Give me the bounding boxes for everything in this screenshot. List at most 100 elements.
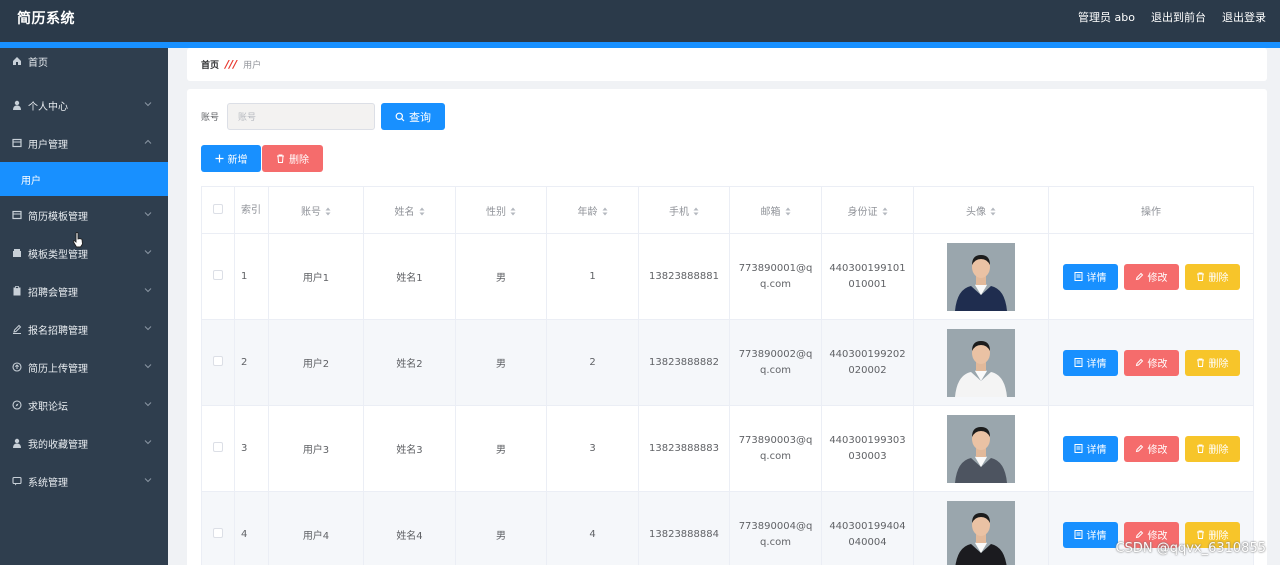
phone-header[interactable]: 手机 xyxy=(638,186,730,234)
row-account: 用户2 xyxy=(268,319,364,406)
account-header-label: 账号 xyxy=(301,206,321,218)
sidebar-subitem-label: 用户 xyxy=(21,175,41,187)
document-icon xyxy=(1074,272,1082,281)
edit-button[interactable]: 修改 xyxy=(1123,349,1179,376)
row-id-card-text: 440300199202020002 xyxy=(829,348,906,376)
delete-button[interactable]: 删除 xyxy=(1184,349,1240,376)
row-select-cell[interactable] xyxy=(201,405,235,492)
row-phone: 13823888884 xyxy=(638,491,730,565)
sort-icon[interactable] xyxy=(602,207,608,216)
sidebar-item-template-type[interactable]: 模板类型管理 xyxy=(0,234,168,272)
detail-button[interactable]: 详情 xyxy=(1062,263,1118,290)
row-checkbox[interactable] xyxy=(213,270,223,280)
row-id-card: 440300199404040004 xyxy=(821,491,914,565)
row-email-text: 773890001@qq.com xyxy=(738,262,813,290)
name-header[interactable]: 姓名 xyxy=(363,186,456,234)
edit-icon xyxy=(1135,272,1143,281)
sidebar-item-forum[interactable]: 求职论坛 xyxy=(0,386,168,424)
detail-label: 详情 xyxy=(1086,445,1107,456)
age-header[interactable]: 年龄 xyxy=(546,186,639,234)
sidebar-item-system[interactable]: 系统管理 xyxy=(0,462,168,500)
detail-button[interactable]: 详情 xyxy=(1062,521,1118,548)
add-button[interactable]: 新增 xyxy=(201,145,261,172)
row-select-cell[interactable] xyxy=(201,233,235,320)
row-email: 773890001@qq.com xyxy=(729,233,822,320)
trash-icon xyxy=(1196,358,1204,367)
account-search-input[interactable] xyxy=(227,103,376,130)
query-button[interactable]: 查询 xyxy=(381,103,446,130)
edit-button[interactable]: 修改 xyxy=(1123,263,1179,290)
sidebar-item-user-management[interactable]: 用户管理 xyxy=(0,124,168,162)
chevron-down-icon xyxy=(144,102,152,107)
delete-button[interactable]: 删除 xyxy=(1184,435,1240,462)
avatar-header[interactable]: 头像 xyxy=(913,186,1049,234)
edit-icon xyxy=(1135,444,1143,453)
message-icon xyxy=(11,476,22,487)
sidebar-item-registration[interactable]: 报名招聘管理 xyxy=(0,310,168,348)
row-actions: 详情 修改 删除 xyxy=(1048,405,1254,492)
row-id-card-text: 440300199101010001 xyxy=(829,262,906,290)
sidebar-item-resume-template[interactable]: 简历模板管理 xyxy=(0,196,168,234)
avatar[interactable] xyxy=(947,500,1015,565)
sidebar-item-resume-upload[interactable]: 简历上传管理 xyxy=(0,348,168,386)
sidebar-item-job-fair[interactable]: 招聘会管理 xyxy=(0,272,168,310)
sort-icon[interactable] xyxy=(882,207,888,216)
select-all-cell[interactable] xyxy=(201,186,235,234)
gender-header[interactable]: 性别 xyxy=(455,186,547,234)
row-age: 3 xyxy=(546,405,639,492)
select-all-checkbox[interactable] xyxy=(213,203,223,214)
logout-link[interactable]: 退出登录 xyxy=(1222,9,1266,25)
row-name: 姓名1 xyxy=(363,233,456,320)
user-table: 索引 账号 姓名 性别 年龄 手机 邮箱 身份证 头像 操作 1 用户1 姓名1… xyxy=(201,186,1254,565)
sort-icon[interactable] xyxy=(510,207,516,216)
sidebar-item-label: 报名招聘管理 xyxy=(28,325,88,337)
edit-label: 修改 xyxy=(1147,531,1168,542)
row-select-cell[interactable] xyxy=(201,491,235,565)
account-header[interactable]: 账号 xyxy=(268,186,364,234)
detail-button[interactable]: 详情 xyxy=(1062,349,1118,376)
sort-icon[interactable] xyxy=(419,207,425,216)
sort-icon[interactable] xyxy=(693,207,699,216)
row-select-cell[interactable] xyxy=(201,319,235,406)
row-gender: 男 xyxy=(455,405,547,492)
breadcrumb-separator-icon: /// xyxy=(225,58,238,71)
chevron-down-icon xyxy=(144,212,152,217)
edit-button[interactable]: 修改 xyxy=(1123,435,1179,462)
sort-icon[interactable] xyxy=(325,207,331,216)
email-header[interactable]: 邮箱 xyxy=(729,186,822,234)
sidebar-subitem-users[interactable]: 用户 xyxy=(0,162,168,196)
avatar[interactable] xyxy=(947,328,1015,397)
detail-label: 详情 xyxy=(1086,359,1107,370)
row-account: 用户4 xyxy=(268,491,364,565)
chevron-down-icon xyxy=(144,326,152,331)
row-id-card-text: 440300199404040004 xyxy=(829,520,906,548)
home-icon xyxy=(11,56,22,67)
clipboard-icon xyxy=(11,286,22,297)
row-index: 1 xyxy=(234,233,269,320)
row-checkbox[interactable] xyxy=(213,356,223,366)
exit-to-front-link[interactable]: 退出到前台 xyxy=(1151,9,1206,25)
breadcrumb-home[interactable]: 首页 xyxy=(201,58,219,71)
sidebar-item-favorites[interactable]: 我的收藏管理 xyxy=(0,424,168,462)
table-row: 2 用户2 姓名2 男 2 13823888882 773890002@qq.c… xyxy=(201,319,1254,406)
detail-button[interactable]: 详情 xyxy=(1062,435,1118,462)
chevron-down-icon xyxy=(144,364,152,369)
avatar[interactable] xyxy=(947,242,1015,311)
row-age: 1 xyxy=(546,233,639,320)
delete-label: 删除 xyxy=(1208,273,1229,284)
avatar[interactable] xyxy=(947,414,1015,483)
row-checkbox[interactable] xyxy=(213,528,223,538)
trash-icon xyxy=(1196,444,1204,453)
sidebar-item-label: 首页 xyxy=(28,57,48,69)
batch-delete-button[interactable]: 删除 xyxy=(262,145,323,172)
row-id-card: 440300199101010001 xyxy=(821,233,914,320)
sort-icon[interactable] xyxy=(785,207,791,216)
row-checkbox[interactable] xyxy=(213,442,223,452)
row-phone: 13823888881 xyxy=(638,233,730,320)
sidebar-item-home[interactable]: 首页 xyxy=(0,48,168,74)
row-name: 姓名2 xyxy=(363,319,456,406)
id-card-header[interactable]: 身份证 xyxy=(821,186,914,234)
delete-button[interactable]: 删除 xyxy=(1184,263,1240,290)
sort-icon[interactable] xyxy=(990,207,996,216)
sidebar-item-personal-center[interactable]: 个人中心 xyxy=(0,86,168,124)
